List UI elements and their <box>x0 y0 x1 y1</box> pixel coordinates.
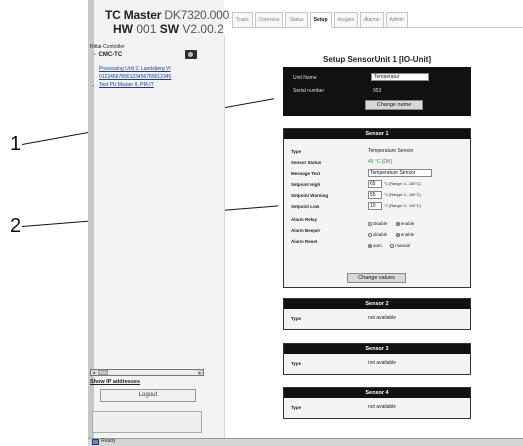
tab-alarms[interactable]: Alarms <box>359 12 384 28</box>
sensor-3-header: Sensor 3 <box>284 344 470 354</box>
status-icon <box>92 439 99 445</box>
alarm-reset-auto-label: auto <box>373 243 382 249</box>
sensor-1-panel: Sensor 1 Type Temperature Sensor Sensor … <box>283 128 471 288</box>
tree-node-label: CMC-TC <box>98 52 123 58</box>
tab-images[interactable]: Images <box>333 12 358 28</box>
sensor-2-type-value: not available <box>368 315 397 321</box>
message-text-input[interactable]: Temperature Sensor <box>368 169 432 177</box>
hw-label: HW <box>113 22 133 36</box>
scroll-thumb[interactable] <box>98 370 108 375</box>
page-title: Setup SensorUnit 1 [IO-Unit] <box>323 55 431 64</box>
setpoint-warning-range: °C [Range: 0...100°C] <box>384 193 421 197</box>
setpoint-high-input[interactable]: 65 <box>368 180 382 188</box>
sensor-2-header: Sensor 2 <box>284 299 470 309</box>
sw-label: SW <box>159 22 180 36</box>
tab-admin[interactable]: Admin <box>385 12 408 28</box>
scroll-right-icon[interactable]: ▸ <box>197 370 203 375</box>
tab-bar: Traps Overview Status Setup Images Alarm… <box>232 12 408 28</box>
alarm-reset-options: auto manual <box>368 237 414 255</box>
change-name-button[interactable]: Change name <box>365 100 423 110</box>
sensor-4-type-label: Type <box>291 405 302 410</box>
sensor-4-header: Sensor 4 <box>284 388 470 398</box>
product-title: TC Master DK7320.000 <box>105 8 229 22</box>
unit-panel: Unit Name Temperatur Serial number 953 C… <box>283 67 471 116</box>
setpoint-high-label: Setpoint High <box>291 182 321 187</box>
serial-number-value: 953 <box>373 88 382 94</box>
sensor-2-panel: Sensor 2 Type not available <box>283 298 471 330</box>
camera-icon[interactable] <box>185 50 197 59</box>
tree-link-test-pu-master[interactable]: Test PU Master II, PM-IT <box>99 82 154 88</box>
selected-arrow-icon: → <box>90 82 95 88</box>
tree-node-cmc-tc[interactable]: − CMC-TC <box>93 52 122 58</box>
sensor-status-label: Sensor Status <box>291 160 322 165</box>
sensor-4-panel: Sensor 4 Type not available <box>283 387 471 419</box>
callout-number-2: 2 <box>10 215 22 237</box>
version-line: HW 001 SW V2.00.2 <box>113 22 224 36</box>
sensor-1-header: Sensor 1 <box>284 129 470 139</box>
sw-value: V2.00.2 <box>182 22 224 36</box>
unit-name-label: Unit Name <box>293 75 317 81</box>
change-values-button[interactable]: Change values <box>347 273 406 283</box>
setpoint-low-range: °C [Range: 0...100°C] <box>384 204 421 208</box>
sidebar-info-box <box>92 411 202 433</box>
sensor-3-type-value: not available <box>368 360 397 366</box>
product-model: DK7320.000 <box>164 8 230 22</box>
tab-status[interactable]: Status <box>285 12 308 28</box>
status-bar <box>88 438 523 446</box>
sensor-3-type-label: Type <box>291 361 302 366</box>
hw-value: 001 <box>136 22 157 36</box>
type-value: Temperature Sensor <box>368 148 414 154</box>
alarm-beeper-label: Alarm Beeper <box>291 228 321 233</box>
setpoint-low-input[interactable]: 10 <box>368 202 382 210</box>
tab-overview[interactable]: Overview <box>254 12 284 28</box>
tree-link-processing-unit[interactable]: Processing Unit 2, Landsberg VI <box>99 66 171 72</box>
sensor-status-value: 45 °C [OK] <box>368 159 392 165</box>
sensor-4-type-value: not available <box>368 404 397 410</box>
alarm-relay-label: Alarm Relay <box>291 217 318 222</box>
product-name: TC Master <box>105 8 162 22</box>
sensor-2-type-label: Type <box>291 316 302 321</box>
setpoint-low-label: Setpoint Low <box>291 204 320 209</box>
tree-root[interactable]: Rittal-Controller <box>90 44 125 50</box>
callout-number-1: 1 <box>10 133 22 155</box>
logout-button[interactable]: Logout <box>100 389 196 402</box>
tree-expander-icon[interactable]: − <box>93 52 97 58</box>
tab-setup[interactable]: Setup <box>309 12 332 28</box>
sensor-3-panel: Sensor 3 Type not available <box>283 343 471 375</box>
serial-number-label: Serial number <box>293 88 325 94</box>
sidebar-horizontal-scrollbar[interactable]: ◂ ▸ <box>90 369 204 376</box>
status-text: Ready <box>101 438 116 444</box>
setpoint-warning-label: Setpoint Warning <box>291 193 329 198</box>
alarm-reset-label: Alarm Reset <box>291 239 318 244</box>
scroll-left-icon[interactable]: ◂ <box>91 370 97 375</box>
alarm-reset-auto-radio[interactable] <box>368 243 372 248</box>
tree-link-numeric-unit[interactable]: 01234567890123456789012345 <box>99 74 171 80</box>
alarm-reset-manual-radio[interactable] <box>390 243 395 248</box>
tab-traps[interactable]: Traps <box>232 12 253 28</box>
type-label: Type <box>291 149 302 154</box>
sidebar-divider <box>224 36 225 438</box>
show-ip-link[interactable]: Show IP addresses <box>90 379 140 385</box>
message-text-label: Message Text <box>291 171 321 176</box>
unit-name-input[interactable]: Temperatur <box>371 73 429 81</box>
alarm-reset-manual-label: manual <box>395 243 410 249</box>
setpoint-warning-input[interactable]: 55 <box>368 191 382 199</box>
setpoint-high-range: °C [Range: 0...100°C] <box>384 182 421 186</box>
